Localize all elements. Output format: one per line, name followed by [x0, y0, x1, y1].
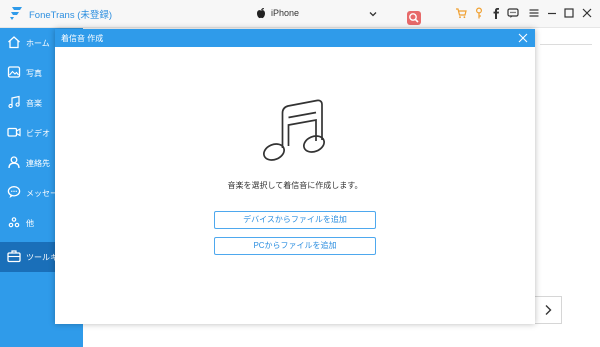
- add-from-device-button[interactable]: デバイスからファイルを追加: [214, 211, 376, 229]
- music-icon: [8, 95, 20, 109]
- device-selector[interactable]: iPhone: [256, 6, 378, 22]
- search-icon: [409, 13, 419, 23]
- minimize-icon[interactable]: [546, 7, 558, 19]
- facebook-icon[interactable]: [490, 7, 502, 19]
- title-bar: FoneTrans (未登録) iPhone: [0, 0, 600, 28]
- photo-icon: [7, 66, 21, 78]
- maximize-icon[interactable]: [563, 7, 575, 19]
- sidebar-item-label: ホーム: [26, 39, 50, 48]
- chat-icon[interactable]: [507, 7, 519, 19]
- fonetrans-logo-icon: [10, 7, 22, 20]
- next-page-button[interactable]: [534, 296, 562, 324]
- sidebar-item-label: 他: [26, 219, 34, 228]
- ringtone-maker-dialog: 着信音 作成 音楽を選択して着信音に作成します。 デバイスからファイルを追加 P…: [55, 29, 535, 324]
- sidebar-item-label: 写真: [26, 69, 42, 78]
- menu-icon[interactable]: [528, 7, 540, 19]
- sidebar-item-label: 音楽: [26, 99, 42, 108]
- sidebar-item-label: メッセージ: [26, 189, 56, 198]
- music-note-icon: [263, 99, 325, 161]
- app-title: FoneTrans (未登録): [29, 10, 113, 21]
- close-icon[interactable]: [518, 33, 528, 43]
- sidebar-item-label: 連絡先: [26, 159, 50, 168]
- key-icon[interactable]: [473, 7, 485, 19]
- toolkit-icon: [7, 250, 21, 263]
- contacts-icon: [8, 156, 20, 169]
- cart-icon[interactable]: [455, 7, 467, 19]
- message-icon: [7, 186, 21, 198]
- add-from-pc-button[interactable]: PCからファイルを追加: [214, 237, 376, 255]
- dialog-header: 着信音 作成: [55, 29, 535, 47]
- video-icon: [7, 127, 21, 137]
- sidebar-item-label: ツールキット: [26, 253, 56, 262]
- search-button[interactable]: [407, 11, 421, 25]
- other-icon: [8, 217, 20, 228]
- dialog-title: 着信音 作成: [61, 34, 104, 43]
- home-icon: [8, 36, 20, 49]
- dialog-message: 音楽を選択して着信音に作成します。: [227, 181, 363, 190]
- close-icon[interactable]: [581, 7, 593, 19]
- apple-icon: [257, 7, 265, 19]
- sidebar-item-label: ビデオ: [26, 129, 50, 138]
- chevron-right-icon: [545, 305, 552, 315]
- chevron-down-icon[interactable]: [368, 9, 378, 19]
- content-divider: [540, 44, 592, 45]
- device-name: iPhone: [271, 8, 300, 18]
